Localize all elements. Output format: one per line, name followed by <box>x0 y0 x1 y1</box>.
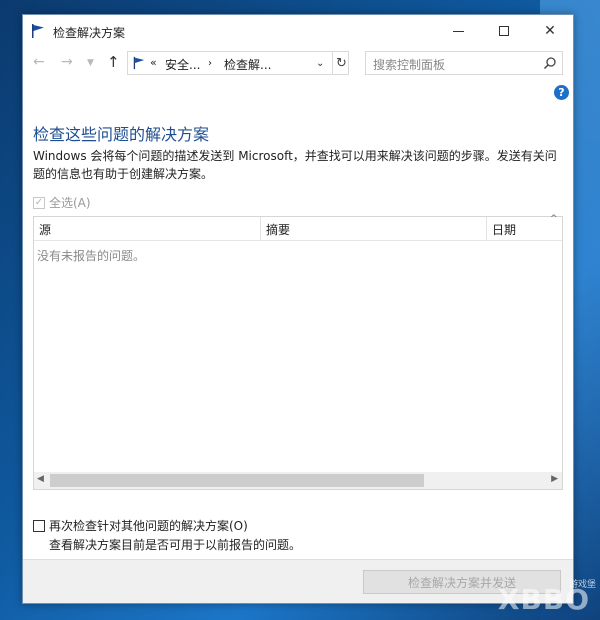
flag-icon <box>133 56 145 70</box>
breadcrumb-overflow[interactable]: « <box>150 56 157 69</box>
search-input[interactable]: 搜索控制面板 <box>365 51 563 75</box>
navigation-bar: ← → ▼ ↑ « 安全... › 检查解... ⌄ ↻ 搜索控制面板 <box>23 49 573 77</box>
recent-locations-chevron-icon[interactable]: ▼ <box>87 58 94 68</box>
footer-bar: 检查解决方案并发送 <box>23 559 573 603</box>
minimize-icon <box>452 30 464 32</box>
select-all-checkbox[interactable]: ✓ 全选(A) <box>33 194 91 211</box>
solutions-window: 检查解决方案 ✕ ← → ▼ ↑ « 安全... › 检查解... ⌄ ↻ 搜索… <box>22 14 574 604</box>
checkmark-icon: ✓ <box>33 196 45 209</box>
close-icon: ✕ <box>544 23 556 39</box>
watermark-logo: XBBO <box>497 583 590 616</box>
page-title: 检查这些问题的解决方案 <box>33 125 210 144</box>
forward-arrow-icon[interactable]: → <box>61 54 73 70</box>
column-header-source[interactable]: 源 <box>39 221 51 238</box>
scroll-left-icon[interactable]: ◀ <box>37 474 44 484</box>
horizontal-scrollbar[interactable]: ◀ ▶ <box>34 472 562 489</box>
help-icon[interactable]: ? <box>554 85 569 100</box>
search-icon[interactable] <box>543 56 557 70</box>
column-divider[interactable] <box>260 217 261 241</box>
breadcrumb-check-solutions[interactable]: 检查解... <box>224 56 271 73</box>
scroll-right-icon[interactable]: ▶ <box>551 474 558 484</box>
title-bar[interactable]: 检查解决方案 ✕ <box>23 15 573 47</box>
problems-list[interactable]: 源 摘要 日期 ^ 没有未报告的问题。 ◀ ▶ <box>33 214 563 490</box>
breadcrumb-security[interactable]: 安全... <box>165 56 200 73</box>
column-header-summary[interactable]: 摘要 <box>266 221 290 238</box>
recheck-checkbox[interactable]: 再次检查针对其他问题的解决方案(O) <box>33 517 248 534</box>
refresh-icon: ↻ <box>336 55 347 71</box>
recheck-description: 查看解决方案目前是否可用于以前报告的问题。 <box>49 538 302 552</box>
maximize-button[interactable] <box>481 15 527 47</box>
close-button[interactable]: ✕ <box>527 15 573 47</box>
up-arrow-icon[interactable]: ↑ <box>107 53 120 71</box>
minimize-button[interactable] <box>435 15 481 47</box>
sort-up-icon: ^ <box>550 214 558 224</box>
description-text: Windows 会将每个问题的描述发送到 Microsoft，并查找可以用来解决… <box>33 149 557 181</box>
column-divider[interactable] <box>486 217 487 241</box>
refresh-button[interactable]: ↻ <box>332 51 350 75</box>
recheck-label: 再次检查针对其他问题的解决方案(O) <box>49 519 248 533</box>
empty-list-message: 没有未报告的问题。 <box>37 249 146 263</box>
scrollbar-thumb[interactable] <box>50 474 424 487</box>
list-header: 源 摘要 日期 ^ <box>34 214 562 241</box>
flag-icon <box>32 24 44 38</box>
select-all-label: 全选(A) <box>49 196 91 210</box>
back-arrow-icon[interactable]: ← <box>33 54 45 70</box>
search-placeholder: 搜索控制面板 <box>373 58 446 72</box>
column-header-date[interactable]: 日期 <box>492 221 516 238</box>
checkbox-box[interactable] <box>33 519 45 532</box>
window-title: 检查解决方案 <box>53 26 126 40</box>
breadcrumb-separator[interactable]: › <box>208 58 212 69</box>
maximize-icon <box>499 26 509 36</box>
address-bar[interactable]: « 安全... › 检查解... ⌄ ↻ <box>127 51 349 75</box>
address-dropdown-icon[interactable]: ⌄ <box>316 58 324 69</box>
